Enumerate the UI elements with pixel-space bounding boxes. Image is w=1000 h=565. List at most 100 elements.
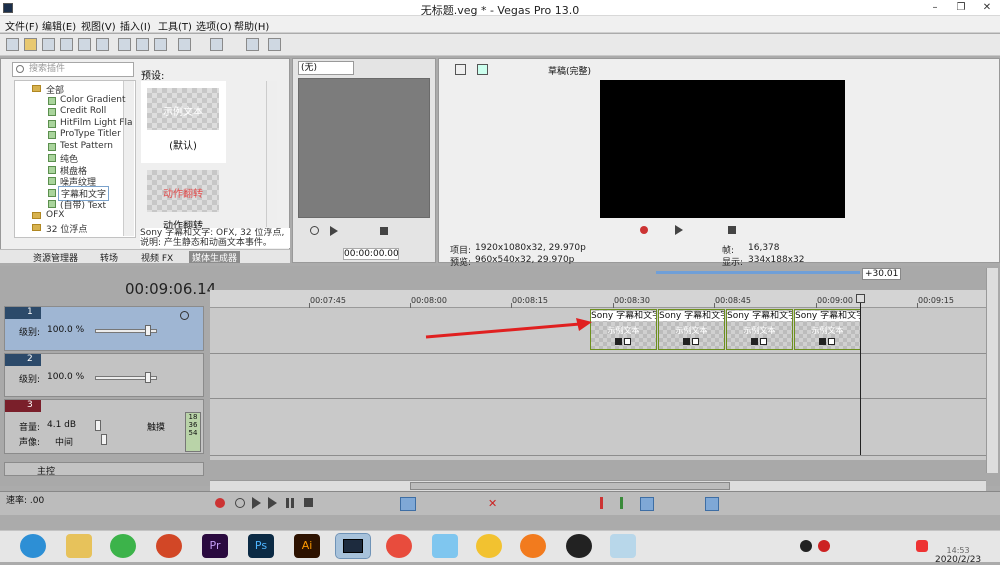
- stop-icon[interactable]: [380, 227, 388, 235]
- track-header-video-1[interactable]: 1 级别: 100.0 %: [4, 306, 204, 351]
- copy-icon[interactable]: [136, 38, 149, 51]
- edge-icon[interactable]: [20, 534, 46, 558]
- split-screen-icon[interactable]: [477, 64, 488, 75]
- preset-scrollbar[interactable]: [266, 81, 277, 227]
- timeline-vertical-scrollbar[interactable]: [986, 268, 998, 473]
- loop-playback-button[interactable]: [235, 498, 245, 508]
- menu-options[interactable]: 选项(O): [196, 18, 232, 33]
- tray-icon[interactable]: [800, 540, 812, 552]
- snapping-button[interactable]: [640, 497, 654, 511]
- illustrator-icon[interactable]: Ai: [294, 534, 320, 558]
- chrome-icon[interactable]: [476, 534, 502, 558]
- menu-edit[interactable]: 编辑(E): [42, 18, 76, 33]
- play-button[interactable]: [268, 497, 277, 509]
- level-slider-knob[interactable]: [145, 325, 151, 336]
- open-icon[interactable]: [24, 38, 37, 51]
- tab-explorer[interactable]: 资源管理器: [30, 251, 81, 264]
- save-icon[interactable]: [42, 38, 55, 51]
- auto-ripple-icon[interactable]: [268, 38, 281, 51]
- redo-icon[interactable]: [210, 38, 223, 51]
- automation-mode[interactable]: 触摸: [147, 420, 165, 433]
- app3-icon[interactable]: [520, 534, 546, 558]
- text-clip[interactable]: Sony 字幕和文字 示例文本: [726, 309, 793, 350]
- render-icon[interactable]: [78, 38, 91, 51]
- stop-button[interactable]: [304, 498, 313, 507]
- app2-icon[interactable]: [432, 534, 458, 558]
- record-icon[interactable]: [640, 226, 648, 234]
- tree-item-credit-roll[interactable]: Credit Roll: [60, 106, 106, 116]
- tab-video-fx[interactable]: 视频 FX: [138, 251, 176, 264]
- clip-fx-icons[interactable]: [615, 338, 643, 346]
- minimize-button[interactable]: –: [922, 0, 948, 16]
- premiere-icon[interactable]: Pr: [202, 534, 228, 558]
- photoshop-icon[interactable]: Ps: [248, 534, 274, 558]
- text-clip[interactable]: Sony 字幕和文字 示例文本: [794, 309, 861, 350]
- system-clock[interactable]: 14:53 2020/2/23: [935, 546, 981, 565]
- menu-tools[interactable]: 工具(T): [158, 18, 192, 33]
- tab-transitions[interactable]: 转场: [97, 251, 121, 264]
- loop-region-bar[interactable]: [656, 271, 860, 274]
- undo-icon[interactable]: [178, 38, 191, 51]
- input-method-icon[interactable]: [916, 540, 928, 552]
- record-button[interactable]: [215, 498, 225, 508]
- mute-icon[interactable]: [180, 311, 189, 320]
- tree-item-test-pattern[interactable]: Test Pattern: [60, 141, 113, 151]
- clip-fx-icons[interactable]: [683, 338, 711, 346]
- track-header-audio-3[interactable]: 3 音量: 4.1 dB 声像: 中间 触摸 18 36 54: [4, 399, 204, 454]
- save-as-icon[interactable]: [60, 38, 73, 51]
- preset-thumbnail[interactable]: 示例文本: [147, 88, 219, 130]
- clip-fx-icons[interactable]: [751, 338, 779, 346]
- region-icon[interactable]: [620, 497, 623, 509]
- powerpoint-icon[interactable]: [156, 534, 182, 558]
- menu-view[interactable]: 视图(V): [81, 18, 116, 33]
- maximize-button[interactable]: ❐: [948, 0, 974, 16]
- play-from-start-button[interactable]: [252, 497, 261, 509]
- tree-item-protype[interactable]: ProType Titler: [60, 129, 121, 139]
- pan-slider-knob[interactable]: [101, 434, 107, 445]
- normal-edit-tool-button[interactable]: [400, 497, 416, 511]
- qq-icon[interactable]: [566, 534, 592, 558]
- clip-fx-icons[interactable]: [819, 338, 847, 346]
- menu-file[interactable]: 文件(F): [5, 18, 39, 33]
- new-icon[interactable]: [6, 38, 19, 51]
- play-icon[interactable]: [330, 226, 338, 236]
- tray-icon[interactable]: [818, 540, 830, 552]
- timeline-horizontal-scrollbar[interactable]: [210, 480, 986, 491]
- app-icon[interactable]: [386, 534, 412, 558]
- tree-item-legacy-text[interactable]: (自带) Text: [60, 198, 106, 211]
- menu-help[interactable]: 帮助(H): [234, 18, 269, 33]
- tree-item-hitfilm[interactable]: HitFilm Light Fla: [60, 118, 132, 128]
- loop-icon[interactable]: [310, 226, 319, 235]
- tree-item-color-gradient[interactable]: Color Gradient: [60, 95, 126, 105]
- menu-insert[interactable]: 插入(I): [120, 18, 151, 33]
- marker-icon[interactable]: [600, 497, 603, 509]
- tab-media-generators[interactable]: 媒体生成器: [189, 251, 241, 264]
- track-header-master[interactable]: 主控: [4, 462, 204, 477]
- close-button[interactable]: ✕: [974, 0, 1000, 16]
- pause-button[interactable]: [286, 498, 294, 508]
- track-header-video-2[interactable]: 2 级别: 100.0 %: [4, 353, 204, 397]
- volume-slider-knob[interactable]: [95, 420, 101, 431]
- explorer-icon[interactable]: [66, 534, 92, 558]
- playhead-cursor[interactable]: [860, 295, 861, 455]
- wechat-icon[interactable]: [110, 534, 136, 558]
- preset-thumbnail[interactable]: 动作翻转: [147, 170, 219, 212]
- tree-item-ofx[interactable]: OFX: [46, 210, 64, 220]
- stop-icon[interactable]: [728, 226, 736, 234]
- text-clip[interactable]: Sony 字幕和文字 示例文本: [590, 309, 657, 350]
- trimmer-select[interactable]: (无): [298, 61, 354, 75]
- level-slider-knob[interactable]: [145, 372, 151, 383]
- scroll-thumb[interactable]: [410, 482, 730, 490]
- preview-quality-select[interactable]: 草稿(完整): [548, 64, 591, 77]
- play-icon[interactable]: [675, 225, 683, 235]
- preview-settings-icon[interactable]: [455, 64, 466, 75]
- plugin-search-input[interactable]: 搜索插件: [12, 62, 134, 77]
- enable-snapping-icon[interactable]: [246, 38, 259, 51]
- cut-icon[interactable]: [118, 38, 131, 51]
- text-clip[interactable]: Sony 字幕和文字 示例文本: [658, 309, 725, 350]
- lock-envelopes-button[interactable]: [705, 497, 719, 511]
- delete-icon[interactable]: ✕: [488, 497, 497, 510]
- vegas-icon[interactable]: [335, 533, 371, 559]
- paste-icon[interactable]: [154, 38, 167, 51]
- app4-icon[interactable]: [610, 534, 636, 558]
